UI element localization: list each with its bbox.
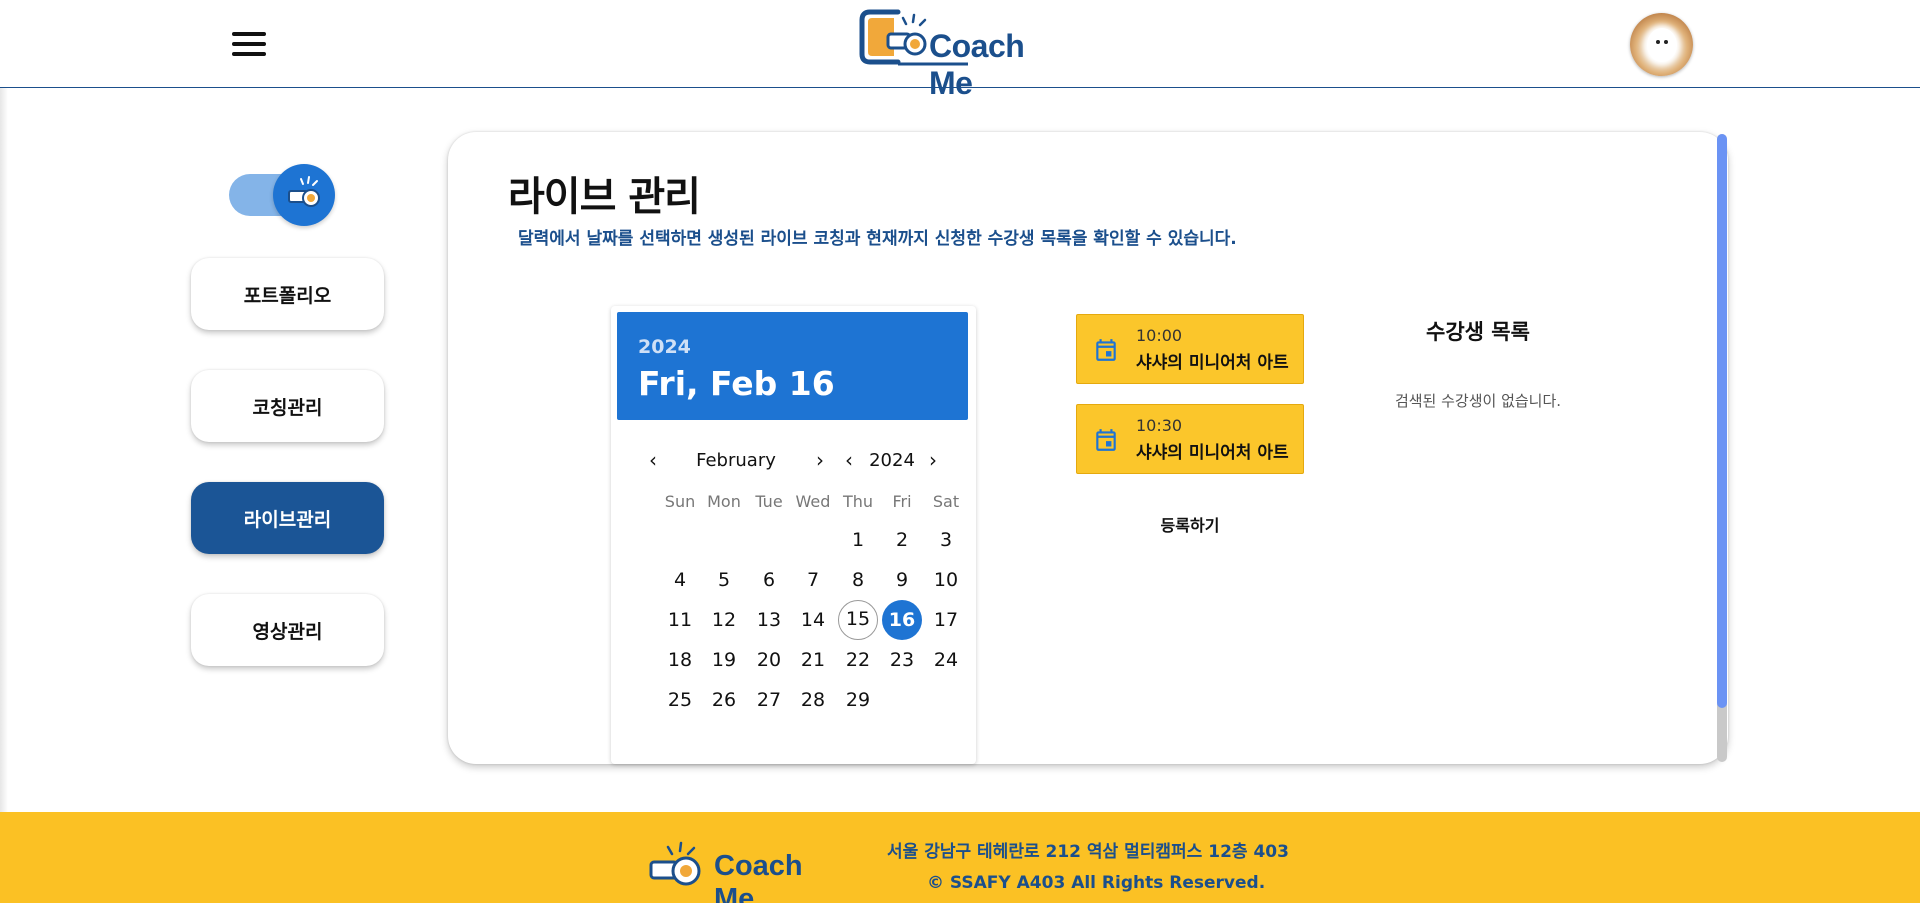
hamburger-menu-icon[interactable] — [232, 31, 266, 57]
students-empty-text: 검색된 수강생이 없습니다. — [1394, 392, 1562, 410]
footer-address: 서울 강남구 테헤란로 212 역삼 멀티캠퍼스 12층 403 — [887, 842, 1289, 862]
day-cell[interactable]: 7 — [793, 560, 833, 600]
weekday-label: Tue — [755, 492, 783, 511]
next-month-chevron-right-icon[interactable]: › — [810, 448, 830, 472]
scrollbar-thumb[interactable] — [1717, 134, 1727, 708]
day-cell[interactable]: 2 — [882, 520, 922, 560]
students-title: 수강생 목록 — [1426, 320, 1530, 344]
live-item[interactable]: 10:30 샤샤의 미니어처 아트 — [1076, 404, 1304, 474]
month-label[interactable]: February — [680, 450, 792, 471]
weekday-label: Thu — [842, 492, 874, 511]
date-picker-header: 2024 Fri, Feb 16 — [617, 312, 968, 420]
next-year-chevron-right-icon[interactable]: › — [923, 448, 943, 472]
year-label[interactable]: 2024 — [864, 450, 920, 471]
day-cell[interactable]: 14 — [793, 600, 833, 640]
live-time: 10:00 — [1136, 326, 1183, 345]
day-cell[interactable]: 18 — [660, 640, 700, 680]
day-cell[interactable]: 6 — [749, 560, 789, 600]
day-cell[interactable]: 27 — [749, 680, 789, 720]
calendar-icon — [1096, 339, 1116, 361]
calendar-icon — [1096, 429, 1116, 451]
page-title: 라이브 관리 — [508, 174, 701, 220]
weekday-label: Wed — [795, 492, 831, 511]
day-cell[interactable]: 29 — [838, 680, 878, 720]
day-cell[interactable]: 28 — [793, 680, 833, 720]
day-cell[interactable]: 3 — [926, 520, 966, 560]
day-cell[interactable]: 9 — [882, 560, 922, 600]
day-cell[interactable]: 11 — [660, 600, 700, 640]
day-cell[interactable]: 24 — [926, 640, 966, 680]
live-title: 샤샤의 미니어처 아트 — [1136, 443, 1289, 463]
whistle-icon — [288, 176, 320, 207]
live-item[interactable]: 10:00 샤샤의 미니어처 아트 — [1076, 314, 1304, 384]
day-cell[interactable]: 23 — [882, 640, 922, 680]
day-cell[interactable]: 4 — [660, 560, 700, 600]
live-title: 샤샤의 미니어처 아트 — [1136, 353, 1289, 373]
prev-year-chevron-left-icon[interactable]: ‹ — [839, 448, 859, 472]
header-year[interactable]: 2024 — [638, 336, 691, 358]
coach-mode-toggle[interactable] — [229, 164, 337, 226]
live-time: 10:30 — [1136, 416, 1183, 435]
sidebar-item-live[interactable]: 라이브관리 — [191, 482, 384, 554]
footer-logo[interactable]: Coach Me — [648, 840, 848, 903]
register-button[interactable]: 등록하기 — [1150, 512, 1230, 536]
day-cell[interactable]: 12 — [704, 600, 744, 640]
weekday-label: Sun — [664, 492, 696, 511]
top-header: Coach Me — [0, 0, 1920, 101]
day-cell[interactable]: 21 — [793, 640, 833, 680]
header-logo[interactable]: Coach Me — [858, 6, 1048, 101]
toggle-knob — [273, 164, 335, 226]
weekday-label: Fri — [892, 492, 912, 511]
day-cell[interactable]: 26 — [704, 680, 744, 720]
day-cell[interactable]: 13 — [749, 600, 789, 640]
weekday-label: Sat — [932, 492, 960, 511]
logo-text: Coach Me — [929, 28, 1025, 101]
day-cell[interactable]: 1 — [838, 520, 878, 560]
footer-copyright: © SSAFY A403 All Rights Reserved. — [927, 873, 1266, 893]
whistle-icon — [649, 841, 701, 886]
weekday-label: Mon — [707, 492, 741, 511]
sidebar-item-portfolio[interactable]: 포트폴리오 — [191, 258, 384, 330]
day-cell[interactable]: 22 — [838, 640, 878, 680]
day-cell[interactable]: 17 — [926, 600, 966, 640]
header-date: Fri, Feb 16 — [638, 364, 835, 403]
footer-logo-text: Coach Me — [714, 850, 803, 903]
avatar-photo — [1647, 28, 1677, 62]
user-avatar[interactable] — [1630, 13, 1693, 76]
sidebar-item-video[interactable]: 영상관리 — [191, 594, 384, 666]
day-cell[interactable]: 10 — [926, 560, 966, 600]
day-cell[interactable]: 8 — [838, 560, 878, 600]
day-cell[interactable]: 25 — [660, 680, 700, 720]
prev-month-chevron-left-icon[interactable]: ‹ — [643, 448, 663, 472]
day-cell[interactable]: 19 — [704, 640, 744, 680]
day-cell[interactable]: 20 — [749, 640, 789, 680]
day-cell[interactable]: 5 — [704, 560, 744, 600]
page-edge — [0, 0, 8, 812]
sidebar-item-coaching[interactable]: 코칭관리 — [191, 370, 384, 442]
page-description: 달력에서 날짜를 선택하면 생성된 라이브 코칭과 현재까지 신청한 수강생 목… — [518, 229, 1237, 249]
day-selected[interactable]: 16 — [882, 600, 922, 640]
day-cell[interactable]: 15 — [838, 600, 878, 640]
